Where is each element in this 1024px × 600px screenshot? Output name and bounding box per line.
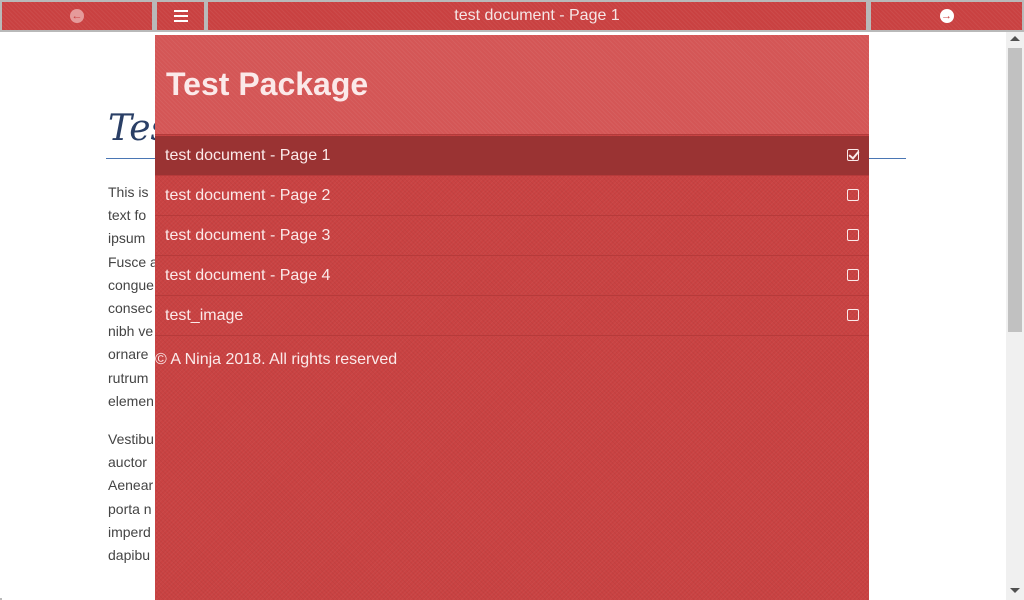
navigation-menu: Test Package test document - Page 1 test…: [155, 35, 869, 600]
menu-item-test-image[interactable]: test_image: [155, 296, 869, 336]
unchecked-checkbox-icon: [847, 269, 859, 281]
top-toolbar: ← test document - Page 1 →: [0, 0, 1024, 32]
package-title: Test Package: [166, 66, 369, 102]
unchecked-checkbox-icon: [847, 229, 859, 241]
menu-item-label: test document - Page 3: [165, 226, 331, 244]
previous-page-button[interactable]: ←: [2, 2, 152, 30]
circle-arrow-left-icon: ←: [70, 9, 84, 23]
scroll-up-arrow-icon[interactable]: [1010, 36, 1020, 41]
menu-item-page-4[interactable]: test document - Page 4: [155, 256, 869, 296]
checked-checkbox-icon: [847, 149, 859, 161]
menu-item-label: test document - Page 1: [165, 146, 331, 164]
circle-arrow-right-icon: →: [939, 9, 954, 23]
menu-item-label: test document - Page 4: [165, 266, 331, 284]
scroll-down-arrow-icon[interactable]: [1010, 588, 1020, 593]
next-page-button[interactable]: →: [871, 2, 1022, 30]
menu-list: test document - Page 1 test document - P…: [155, 136, 869, 336]
menu-item-label: test document - Page 2: [165, 186, 331, 204]
copyright-footer: © A Ninja 2018. All rights reserved: [155, 351, 398, 368]
menu-item-label: test_image: [165, 306, 244, 324]
unchecked-checkbox-icon: [847, 189, 859, 201]
scrollbar-thumb[interactable]: [1008, 48, 1022, 332]
menu-item-page-3[interactable]: test document - Page 3: [155, 216, 869, 256]
menu-item-page-1[interactable]: test document - Page 1: [155, 136, 869, 176]
menu-item-page-2[interactable]: test document - Page 2: [155, 176, 869, 216]
document-scrollbar[interactable]: [1006, 32, 1024, 600]
unchecked-checkbox-icon: [847, 309, 859, 321]
menu-toggle-button[interactable]: [157, 2, 204, 30]
hamburger-menu-icon: [173, 10, 188, 22]
page-title: test document - Page 1: [208, 2, 866, 30]
menu-header: Test Package: [155, 35, 869, 135]
